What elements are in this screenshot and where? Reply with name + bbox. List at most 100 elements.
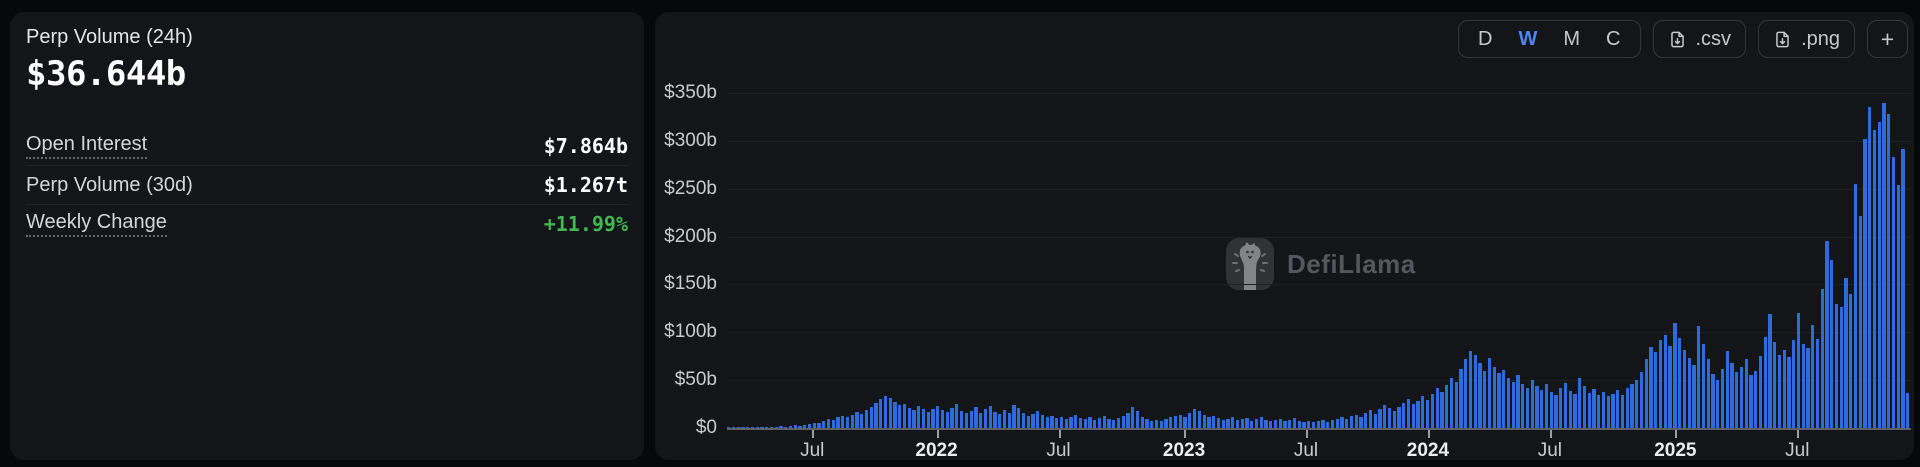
volume-bar[interactable] <box>1725 351 1729 428</box>
volume-bar[interactable] <box>1131 406 1135 428</box>
volume-bar[interactable] <box>1606 396 1610 428</box>
volume-bar[interactable] <box>1140 416 1144 428</box>
volume-bar[interactable] <box>1549 391 1553 428</box>
volume-bar[interactable] <box>1202 415 1206 428</box>
volume-bar[interactable] <box>1692 364 1696 428</box>
volume-bar[interactable] <box>1849 294 1853 428</box>
volume-bar[interactable] <box>1354 414 1358 428</box>
volume-bar[interactable] <box>1059 416 1064 428</box>
volume-bar[interactable] <box>1592 388 1596 428</box>
volume-bar[interactable] <box>1297 421 1301 428</box>
volume-bar[interactable] <box>1777 355 1782 428</box>
volume-bar[interactable] <box>1026 415 1030 428</box>
volume-bar[interactable] <box>1036 410 1040 428</box>
volume-bar[interactable] <box>1563 383 1568 428</box>
volume-bar[interactable] <box>1687 358 1691 428</box>
volume-bar[interactable] <box>1273 420 1278 428</box>
volume-bar[interactable] <box>855 412 859 428</box>
volume-bar[interactable] <box>1064 418 1068 428</box>
volume-bar[interactable] <box>1074 415 1078 428</box>
volume-bar[interactable] <box>1169 417 1173 428</box>
volume-bar[interactable] <box>1055 418 1059 428</box>
volume-bar[interactable] <box>1387 407 1392 428</box>
volume-bar[interactable] <box>1264 419 1268 428</box>
volume-bar[interactable] <box>1630 383 1634 428</box>
volume-bar[interactable] <box>864 409 869 428</box>
volume-bar[interactable] <box>1425 400 1430 428</box>
download-png-button[interactable]: .png <box>1758 20 1855 58</box>
volume-bar[interactable] <box>1240 419 1244 428</box>
volume-bar[interactable] <box>1288 419 1292 428</box>
volume-bar[interactable] <box>1697 325 1701 428</box>
volume-bar[interactable] <box>1763 337 1767 428</box>
volume-bar[interactable] <box>955 404 959 428</box>
volume-bar[interactable] <box>969 411 973 428</box>
volume-bar[interactable] <box>921 409 926 428</box>
volume-bar[interactable] <box>1093 419 1097 428</box>
volume-bar[interactable] <box>1178 414 1182 428</box>
volume-bar[interactable] <box>1364 412 1368 428</box>
volume-bar[interactable] <box>1459 368 1463 428</box>
volume-bar[interactable] <box>1416 401 1420 428</box>
volume-bar[interactable] <box>850 414 854 428</box>
volume-bar[interactable] <box>1188 413 1192 428</box>
volume-bar[interactable] <box>1259 416 1263 428</box>
volume-bar[interactable] <box>1269 421 1273 428</box>
volume-bar[interactable] <box>1620 394 1625 428</box>
volume-bar[interactable] <box>1801 343 1805 428</box>
volume-bar[interactable] <box>898 405 902 428</box>
volume-bar[interactable] <box>883 396 888 428</box>
volume-bar[interactable] <box>1535 385 1539 428</box>
volume-bar[interactable] <box>869 406 873 428</box>
volume-bar[interactable] <box>1126 412 1130 428</box>
volume-bar[interactable] <box>1521 383 1525 428</box>
volume-bar[interactable] <box>1012 404 1016 428</box>
volume-bar[interactable] <box>983 409 988 428</box>
volume-bar[interactable] <box>1735 372 1739 428</box>
volume-bar[interactable] <box>1487 358 1492 428</box>
volume-bar[interactable] <box>1611 393 1615 428</box>
volume-bar[interactable] <box>988 405 992 428</box>
volume-bar[interactable] <box>831 419 835 428</box>
volume-bar[interactable] <box>1321 420 1325 428</box>
volume-bar[interactable] <box>1340 417 1344 428</box>
volume-bar[interactable] <box>1544 383 1549 428</box>
volume-bar[interactable] <box>1159 421 1163 428</box>
add-chart-button[interactable]: + <box>1867 20 1908 58</box>
volume-bar[interactable] <box>1811 324 1815 428</box>
volume-bar[interactable] <box>1820 289 1824 428</box>
volume-bar[interactable] <box>1844 277 1848 428</box>
volume-bar[interactable] <box>1744 359 1748 428</box>
volume-bar[interactable] <box>1754 370 1758 428</box>
volume-bar[interactable] <box>1554 394 1558 428</box>
volume-bar[interactable] <box>1773 341 1777 428</box>
volume-bar[interactable] <box>1088 417 1092 428</box>
volume-bar[interactable] <box>1825 241 1829 428</box>
volume-bar[interactable] <box>1877 121 1881 428</box>
volume-bar[interactable] <box>1525 387 1530 428</box>
volume-bar[interactable] <box>1316 421 1320 428</box>
volume-bar[interactable] <box>1839 307 1843 428</box>
volume-bar[interactable] <box>1345 419 1349 428</box>
volume-bar[interactable] <box>1397 406 1401 428</box>
volume-bar[interactable] <box>1644 359 1648 428</box>
volume-bar[interactable] <box>1216 418 1221 428</box>
volume-bar[interactable] <box>1701 343 1706 428</box>
volume-bar[interactable] <box>1540 389 1544 428</box>
volume-bar[interactable] <box>1815 338 1820 428</box>
volume-bar[interactable] <box>1616 389 1620 428</box>
volume-bar[interactable] <box>1573 393 1577 428</box>
volume-bar[interactable] <box>1830 259 1834 428</box>
volume-bar[interactable] <box>1834 303 1839 428</box>
volume-bar[interactable] <box>1597 395 1601 428</box>
volume-bar[interactable] <box>1497 373 1501 428</box>
volume-bar[interactable] <box>1639 372 1644 428</box>
volume-bar[interactable] <box>1896 184 1900 428</box>
volume-bar[interactable] <box>1121 415 1125 428</box>
volume-bar[interactable] <box>1454 382 1458 428</box>
volume-bar[interactable] <box>1226 418 1230 428</box>
volume-bar[interactable] <box>1796 313 1801 428</box>
volume-bar[interactable] <box>1254 418 1259 428</box>
volume-bar[interactable] <box>1378 408 1382 428</box>
interval-weekly-button[interactable]: W <box>1505 21 1550 57</box>
